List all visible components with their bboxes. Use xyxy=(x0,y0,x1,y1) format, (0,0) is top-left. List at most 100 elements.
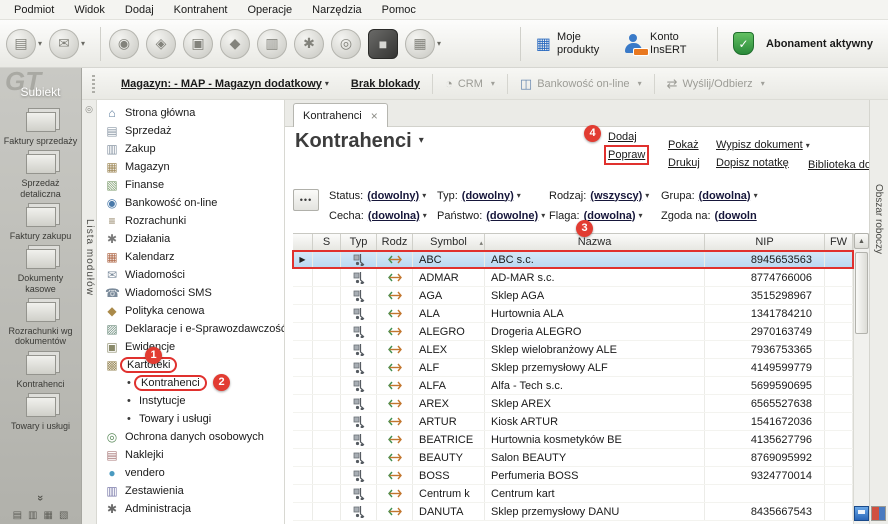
table-row[interactable]: Centrum kCentrum kart xyxy=(293,485,853,503)
tab-kontrahenci[interactable]: Kontrahenci × xyxy=(293,103,388,127)
small-doc-icon[interactable]: ▥ xyxy=(28,510,37,521)
action-popraw[interactable]: Popraw xyxy=(608,149,645,161)
print-icon-button[interactable]: ▣ xyxy=(183,29,213,59)
module-list-tab[interactable]: Lista modułów xyxy=(84,219,95,296)
module-item-wiadomosci-sms[interactable]: ☎Wiadomości SMS xyxy=(97,284,284,302)
gem-icon-button[interactable]: ◆ xyxy=(220,29,250,59)
vertical-scrollbar[interactable]: ▲ xyxy=(853,233,869,524)
workspace-layout-icon[interactable] xyxy=(871,506,886,521)
column-header-s[interactable]: S xyxy=(313,234,341,250)
rail-item-faktury-sprzedazy[interactable]: Faktury sprzedaży xyxy=(0,112,81,146)
small-doc-icon[interactable]: ▦ xyxy=(44,510,53,521)
column-header-rodz[interactable]: Rodz xyxy=(377,234,413,250)
filter-typ[interactable]: Typ:(dowolny)▾ xyxy=(437,190,549,202)
menu-operacje[interactable]: Operacje xyxy=(238,1,303,19)
module-item-finanse[interactable]: ▧Finanse xyxy=(97,176,284,194)
stamp-icon-button[interactable]: ◉ xyxy=(109,29,139,59)
menu-podmiot[interactable]: Podmiot xyxy=(4,1,64,19)
column-header-typ[interactable]: Typ xyxy=(341,234,377,250)
menu-dodaj[interactable]: Dodaj xyxy=(115,1,164,19)
filter-value-cecha[interactable]: (dowolna) xyxy=(368,210,420,222)
rail-item-kontrahenci[interactable]: Kontrahenci xyxy=(0,355,81,389)
table-row[interactable]: AGASklep AGA3515298967 xyxy=(293,287,853,305)
module-item-naklejki[interactable]: ▤Naklejki xyxy=(97,446,284,464)
module-item-magazyn[interactable]: ▦Magazyn xyxy=(97,158,284,176)
table-row[interactable]: ARTURKiosk ARTUR1541672036 xyxy=(293,413,853,431)
column-header-symbol[interactable]: Symbol▴ xyxy=(413,234,485,250)
menu-pomoc[interactable]: Pomoc xyxy=(372,1,426,19)
table-row[interactable]: ADMARAD-MAR s.c.8774766006 xyxy=(293,269,853,287)
table-row[interactable]: ALEGRODrogeria ALEGRO2970163749 xyxy=(293,323,853,341)
table-row[interactable]: ▶ABCABC s.c.8945653563 xyxy=(293,251,853,269)
cube-icon-button[interactable]: ■ xyxy=(368,29,398,59)
copy-icon-button[interactable]: ▥ xyxy=(257,29,287,59)
my-products-button[interactable]: ▦ Moje produkty xyxy=(529,28,616,59)
workspace-window-icon[interactable] xyxy=(854,506,869,521)
pin-icon[interactable]: ◎ xyxy=(82,100,96,115)
printer-list-icon-button[interactable]: ▦▾ xyxy=(405,29,441,59)
subscription-status[interactable]: ✓ Abonament aktywny xyxy=(726,29,880,58)
module-item-rozrachunki[interactable]: ≡Rozrachunki xyxy=(97,212,284,230)
module-item-bankowosc-online[interactable]: ◉Bankowość on-line xyxy=(97,194,284,212)
module-item-kartoteki[interactable]: ▩Kartoteki1 xyxy=(97,356,284,374)
filter-value-panstwo[interactable]: (dowolne) xyxy=(486,210,538,222)
table-row[interactable]: DANUTASklep przemysłowy DANU8435667543 xyxy=(293,503,853,521)
scrollbar-thumb[interactable] xyxy=(855,252,868,334)
gear-icon-button[interactable]: ✱ xyxy=(294,29,324,59)
module-item-ochrona-danych-osobowych[interactable]: ◎Ochrona danych osobowych xyxy=(97,428,284,446)
drawer-icon-button[interactable]: ▤▾ xyxy=(6,29,42,59)
small-doc-icon[interactable]: ▧ xyxy=(59,510,68,521)
table-row[interactable]: ALFSklep przemysłowy ALF4149599779 xyxy=(293,359,853,377)
filter-value-rodzaj[interactable]: (wszyscy) xyxy=(590,190,642,202)
lock-status-link[interactable]: Brak blokady xyxy=(351,78,420,90)
table-row[interactable]: BOSSPerfumeria BOSS9324770014 xyxy=(293,467,853,485)
send-receive-button[interactable]: ⇄ Wyślij/Odbierz ▾ xyxy=(667,76,765,92)
action-drukuj[interactable]: Drukuj xyxy=(668,157,700,169)
table-row[interactable]: ALAHurtownia ALA1341784210 xyxy=(293,305,853,323)
action-pokaz[interactable]: Pokaż xyxy=(668,139,699,151)
crm-button[interactable]: ◔ CRM ▾ xyxy=(445,76,495,91)
menu-narzedzia[interactable]: Narzędzia xyxy=(302,1,372,19)
action-dodaj[interactable]: Dodaj xyxy=(608,131,637,143)
mail-icon-button[interactable]: ✉▾ xyxy=(49,29,85,59)
package-icon-button[interactable]: ◈ xyxy=(146,29,176,59)
module-item-towary-i-uslugi[interactable]: •Towary i usługi xyxy=(97,410,284,428)
small-doc-icon[interactable]: ▤ xyxy=(13,510,22,521)
action-dopisz-notatke[interactable]: Dopisz notatkę xyxy=(716,157,789,169)
module-item-strona-glowna[interactable]: ⌂Strona główna xyxy=(97,104,284,122)
filter-flaga[interactable]: Flaga:(dowolna)▾ xyxy=(549,210,661,222)
module-item-vendero[interactable]: ●vendero xyxy=(97,464,284,482)
grip-handle[interactable] xyxy=(92,75,95,93)
rail-item-dokumenty-kasowe[interactable]: Dokumenty kasowe xyxy=(0,249,81,294)
more-filters-button[interactable]: ••• xyxy=(293,189,319,211)
menu-kontrahent[interactable]: Kontrahent xyxy=(164,1,238,19)
module-item-kontrahenci[interactable]: •Kontrahenci2 xyxy=(97,374,284,392)
table-row[interactable]: AREXSklep AREX6565527638 xyxy=(293,395,853,413)
filter-value-typ[interactable]: (dowolny) xyxy=(462,190,514,202)
rail-item-sprzedaz-detaliczna[interactable]: Sprzedaż detaliczna xyxy=(0,154,81,199)
page-title[interactable]: Kontrahenci ▾ xyxy=(295,130,424,153)
module-item-instytucje[interactable]: •Instytucje xyxy=(97,392,284,410)
column-header-selector[interactable] xyxy=(293,234,313,250)
column-header-fw[interactable]: FW xyxy=(825,234,853,250)
scroll-up-icon[interactable]: ▲ xyxy=(854,233,869,249)
table-row[interactable]: BEAUTYSalon BEAUTY8769095992 xyxy=(293,449,853,467)
table-row[interactable]: BEATRICEHurtownia kosmetyków BE413562779… xyxy=(293,431,853,449)
workspace-tab[interactable]: Obszar roboczy xyxy=(873,184,884,254)
filter-value-status[interactable]: (dowolny) xyxy=(367,190,419,202)
module-item-sprzedaz[interactable]: ▤Sprzedaż xyxy=(97,122,284,140)
table-row[interactable]: ALEXSklep wielobranżowy ALE7936753365 xyxy=(293,341,853,359)
module-item-dzialania[interactable]: ✱Działania xyxy=(97,230,284,248)
filter-value-grupa[interactable]: (dowolna) xyxy=(699,190,751,202)
warehouse-selector[interactable]: Magazyn: - MAP - Magazyn dodatkowy xyxy=(121,78,322,90)
module-item-administracja[interactable]: ✱Administracja xyxy=(97,500,284,518)
rail-item-rozrachunki-wg-dokumentow[interactable]: Rozrachunki wg dokumentów xyxy=(0,302,81,347)
module-item-ewidencje[interactable]: ▣Ewidencje xyxy=(97,338,284,356)
filter-rodzaj[interactable]: Rodzaj:(wszyscy)▾ xyxy=(549,190,661,202)
filter-value-zgoda-na[interactable]: (dowoln xyxy=(715,210,757,222)
column-header-nip[interactable]: NIP xyxy=(705,234,825,250)
module-item-polityka-cenowa[interactable]: ◆Polityka cenowa xyxy=(97,302,284,320)
filter-zgoda-na[interactable]: Zgoda na:(dowoln xyxy=(661,210,757,222)
module-item-kalendarz[interactable]: ▦Kalendarz xyxy=(97,248,284,266)
close-icon[interactable]: × xyxy=(371,109,378,123)
